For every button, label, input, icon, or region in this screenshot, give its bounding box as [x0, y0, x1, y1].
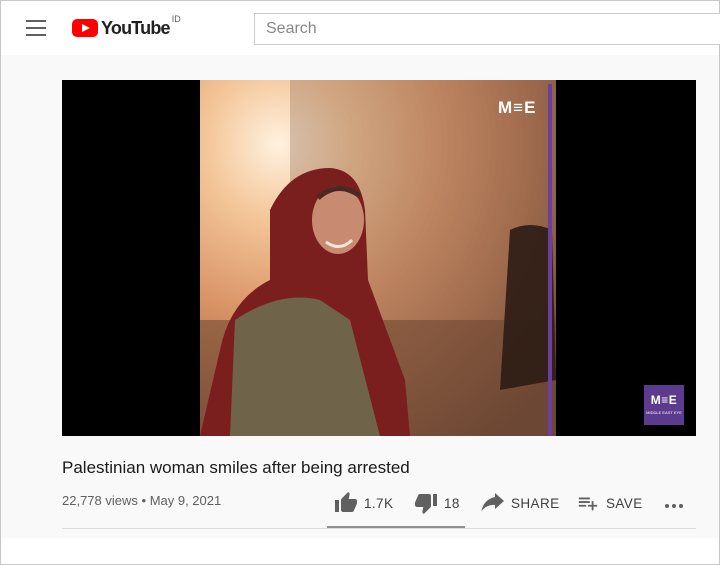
video-player[interactable]: M≡E M≡E MIDDLE EAST EYE [62, 80, 696, 436]
brand-name: YouTube [101, 17, 171, 38]
view-count: 22,778 views [62, 493, 138, 508]
save-button[interactable]: SAVE [577, 492, 643, 514]
meta-separator: • [141, 493, 150, 508]
menu-icon[interactable] [26, 20, 46, 36]
page-bottom [1, 538, 719, 564]
mee-badge-text: M≡E [650, 393, 678, 407]
like-count: 1.7K [364, 495, 394, 511]
divider [62, 528, 696, 529]
thumb-up-icon [335, 492, 357, 512]
video-scene [200, 80, 556, 436]
share-button[interactable]: SHARE [481, 492, 560, 514]
like-button[interactable]: 1.7K [334, 491, 393, 515]
mee-badge-subtext: MIDDLE EAST EYE [646, 410, 682, 415]
upload-date: May 9, 2021 [149, 493, 222, 508]
mee-stripe [548, 84, 552, 436]
dislike-count: 18 [444, 495, 460, 511]
share-icon [481, 493, 504, 512]
playlist-add-icon [578, 497, 598, 511]
mee-overlay-logo: M≡E [498, 98, 537, 117]
youtube-logo[interactable]: YouTube ID [72, 14, 181, 40]
search-input[interactable] [254, 13, 720, 45]
video-meta: 22,778 views • May 9, 2021 [62, 493, 221, 508]
save-label: SAVE [606, 495, 643, 511]
video-title: Palestinian woman smiles after being arr… [62, 458, 410, 477]
video-frame [200, 80, 556, 436]
masthead: YouTube ID [1, 1, 720, 55]
mee-badge: M≡E MIDDLE EAST EYE [644, 385, 684, 425]
thumb-down-icon [415, 494, 437, 514]
share-label: SHARE [511, 495, 560, 511]
youtube-logo-icon [72, 19, 98, 37]
dislike-button[interactable]: 18 [414, 491, 460, 515]
more-icon[interactable] [664, 489, 688, 517]
country-code: ID [171, 14, 181, 24]
